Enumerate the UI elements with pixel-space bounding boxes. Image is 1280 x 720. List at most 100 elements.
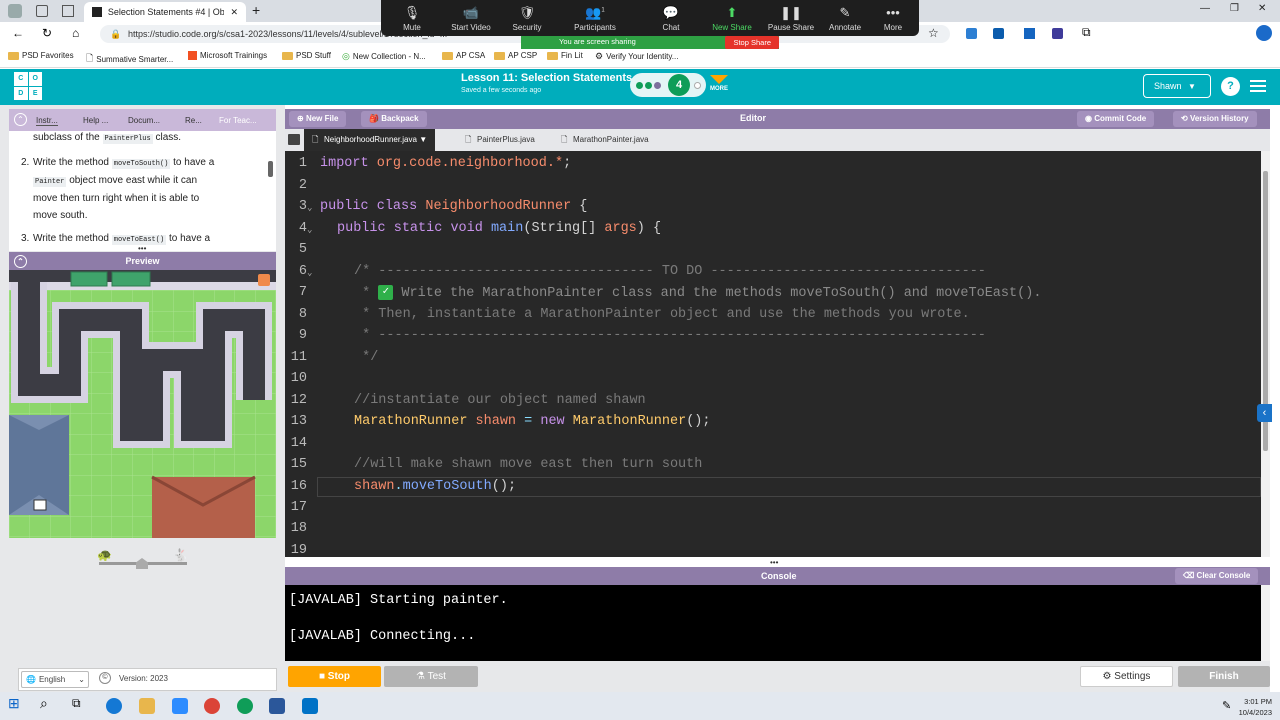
- extensions-puzzle-icon[interactable]: ⧉: [1082, 25, 1091, 40]
- backpack-button[interactable]: 🎒 Backpack: [361, 111, 427, 127]
- speed-slider[interactable]: 🐢 🐇: [97, 548, 189, 578]
- file-tab-neighborhoodrunner[interactable]: 🗋 NeighborhoodRunner.java ▼: [304, 129, 436, 151]
- pen-icon[interactable]: ✎: [1222, 699, 1231, 712]
- user-menu-button[interactable]: Shawn ▼: [1143, 74, 1211, 98]
- mute-button[interactable]: 🎙 Mute: [382, 0, 442, 36]
- test-button[interactable]: ⚗ Test: [384, 666, 478, 687]
- file-tab-painterplus[interactable]: 🗋 PainterPlus.java: [457, 129, 543, 151]
- chat-button[interactable]: 💬 Chat: [641, 0, 701, 36]
- version-history-button[interactable]: ⟲ Version History: [1173, 111, 1257, 127]
- progress-dot[interactable]: [636, 82, 643, 89]
- back-icon[interactable]: ←: [12, 26, 24, 40]
- file-tab-marathonpainter[interactable]: 🗋 MarathonPainter.java: [553, 129, 657, 151]
- collapse-preview-icon[interactable]: ⌃: [14, 255, 27, 268]
- tab-instructions[interactable]: Instr...: [36, 116, 58, 126]
- editor-scrollbar[interactable]: [1261, 151, 1270, 557]
- outlook-icon[interactable]: [302, 698, 318, 714]
- chrome-icon[interactable]: [204, 698, 220, 714]
- collapse-icon[interactable]: ⌃: [14, 113, 27, 126]
- copyright-icon[interactable]: ©: [99, 672, 111, 684]
- code-editor[interactable]: 1 2 3 4 5 6 7 8 9 10 11 12 13 14 15 16 1…: [285, 151, 1261, 557]
- close-window-icon[interactable]: ✕: [1258, 3, 1266, 23]
- extension-icon[interactable]: [1052, 28, 1063, 39]
- extension-icon[interactable]: [1024, 28, 1035, 39]
- favorite-star-icon[interactable]: ☆: [928, 26, 939, 40]
- code-line: * --------------------------------------…: [354, 328, 986, 343]
- stop-share-button[interactable]: Stop Share: [725, 36, 779, 49]
- bing-icon[interactable]: [1256, 25, 1272, 41]
- fold-chevron-icon[interactable]: ⌄: [307, 225, 312, 235]
- windows-start-icon[interactable]: ⊞: [8, 695, 24, 711]
- instructions-scrollbar[interactable]: [268, 161, 273, 177]
- system-clock[interactable]: 3:01 PM 10/4/2023: [1239, 696, 1272, 718]
- start-video-button[interactable]: 📹 Start Video: [441, 0, 501, 36]
- file-explorer-icon[interactable]: [139, 698, 155, 714]
- workspaces-icon[interactable]: [36, 5, 48, 17]
- tab-for-teachers[interactable]: For Teac...: [219, 116, 257, 125]
- bookmark-item[interactable]: Microsoft Trainings: [188, 51, 267, 60]
- tab-actions-icon[interactable]: [62, 5, 74, 17]
- new-share-button[interactable]: ⬆ New Share: [702, 0, 762, 36]
- commit-code-button[interactable]: ◉ Commit Code: [1077, 111, 1155, 127]
- more-button[interactable]: ••• More: [863, 0, 923, 36]
- bookmark-item[interactable]: AP CSA: [442, 51, 485, 60]
- task-view-icon[interactable]: ⧉: [72, 696, 88, 712]
- progress-dot[interactable]: [654, 82, 661, 89]
- chrome-profile-icon[interactable]: [237, 698, 253, 714]
- bookmark-item[interactable]: ◎ New Collection - N...: [342, 51, 426, 62]
- tab-documentation[interactable]: Docum...: [128, 116, 160, 125]
- chevron-left-icon[interactable]: ‹: [1257, 404, 1272, 422]
- extension-icon[interactable]: [993, 28, 1004, 39]
- slider-thumb[interactable]: [136, 558, 148, 569]
- profile-avatar[interactable]: [8, 4, 22, 18]
- new-file-button[interactable]: ⊕ New File: [289, 111, 347, 127]
- fold-chevron-icon[interactable]: ⌄: [307, 203, 312, 213]
- token: org.code.neighborhood.*: [376, 156, 564, 171]
- language-select[interactable]: 🌐 English ⌄: [21, 671, 89, 688]
- tab-help[interactable]: Help ...: [83, 116, 108, 125]
- run-controls-bar: ■ Stop ⚗ Test ⚙ Settings Finish: [285, 661, 1270, 692]
- caret-down-icon[interactable]: ▼: [419, 135, 427, 144]
- settings-button[interactable]: ⚙ Settings: [1080, 666, 1173, 687]
- pause-share-button[interactable]: ❚❚ Pause Share: [761, 0, 821, 36]
- help-button[interactable]: ?: [1221, 77, 1240, 96]
- token: MarathonRunner: [354, 414, 468, 429]
- refresh-icon[interactable]: ↻: [42, 26, 52, 40]
- code-org-logo[interactable]: C O D E: [14, 72, 42, 100]
- stop-button[interactable]: ■ Stop: [288, 666, 381, 687]
- close-tab-icon[interactable]: ✕: [230, 7, 238, 18]
- fold-chevron-icon[interactable]: ⌄: [307, 268, 312, 278]
- more-levels-button[interactable]: MORE: [710, 75, 728, 92]
- clear-console-button[interactable]: ⌫ Clear Console: [1175, 568, 1259, 584]
- bookmark-item[interactable]: PSD Stuff: [282, 51, 331, 60]
- progress-dot[interactable]: [694, 82, 701, 89]
- resize-handle-icon[interactable]: •••: [770, 558, 778, 567]
- restore-icon[interactable]: ❐: [1230, 3, 1239, 23]
- progress-dot[interactable]: [645, 82, 652, 89]
- bookmark-item[interactable]: AP CSP: [494, 51, 537, 60]
- lesson-title[interactable]: Lesson 11: Selection Statements: [461, 72, 632, 84]
- tab-review[interactable]: Re...: [185, 116, 202, 125]
- word-icon[interactable]: [269, 698, 285, 714]
- search-icon[interactable]: ⌕: [40, 695, 56, 711]
- hamburger-menu-icon[interactable]: [1250, 80, 1266, 92]
- new-tab-icon[interactable]: +: [252, 2, 260, 22]
- bookmark-item[interactable]: Fin Lit: [547, 51, 583, 60]
- pause-icon: ❚❚: [780, 5, 802, 20]
- minimize-icon[interactable]: —: [1200, 3, 1210, 23]
- bookmark-item[interactable]: 🗋 Summative Smarter...: [86, 51, 173, 67]
- participants-button[interactable]: 👥1 Participants: [565, 0, 625, 36]
- current-level-bubble[interactable]: 4: [668, 74, 690, 96]
- home-icon[interactable]: ⌂: [72, 26, 79, 40]
- console-scrollbar[interactable]: [1261, 585, 1270, 661]
- extension-icon[interactable]: [966, 28, 977, 39]
- finish-button[interactable]: Finish: [1178, 666, 1270, 687]
- browser-tab-active[interactable]: Selection Statements #4 | Object ✕: [84, 2, 246, 22]
- code-org-header: C O D E Lesson 11: Selection Statements …: [0, 69, 1280, 105]
- folder-icon[interactable]: [288, 134, 300, 145]
- security-button[interactable]: 🛡 Security: [497, 0, 557, 36]
- edge-icon[interactable]: [106, 698, 122, 714]
- zoom-icon[interactable]: [172, 698, 188, 714]
- bookmark-item[interactable]: PSD Favorites: [8, 51, 74, 60]
- bookmark-item[interactable]: ⚙ Verify Your Identity...: [595, 51, 678, 62]
